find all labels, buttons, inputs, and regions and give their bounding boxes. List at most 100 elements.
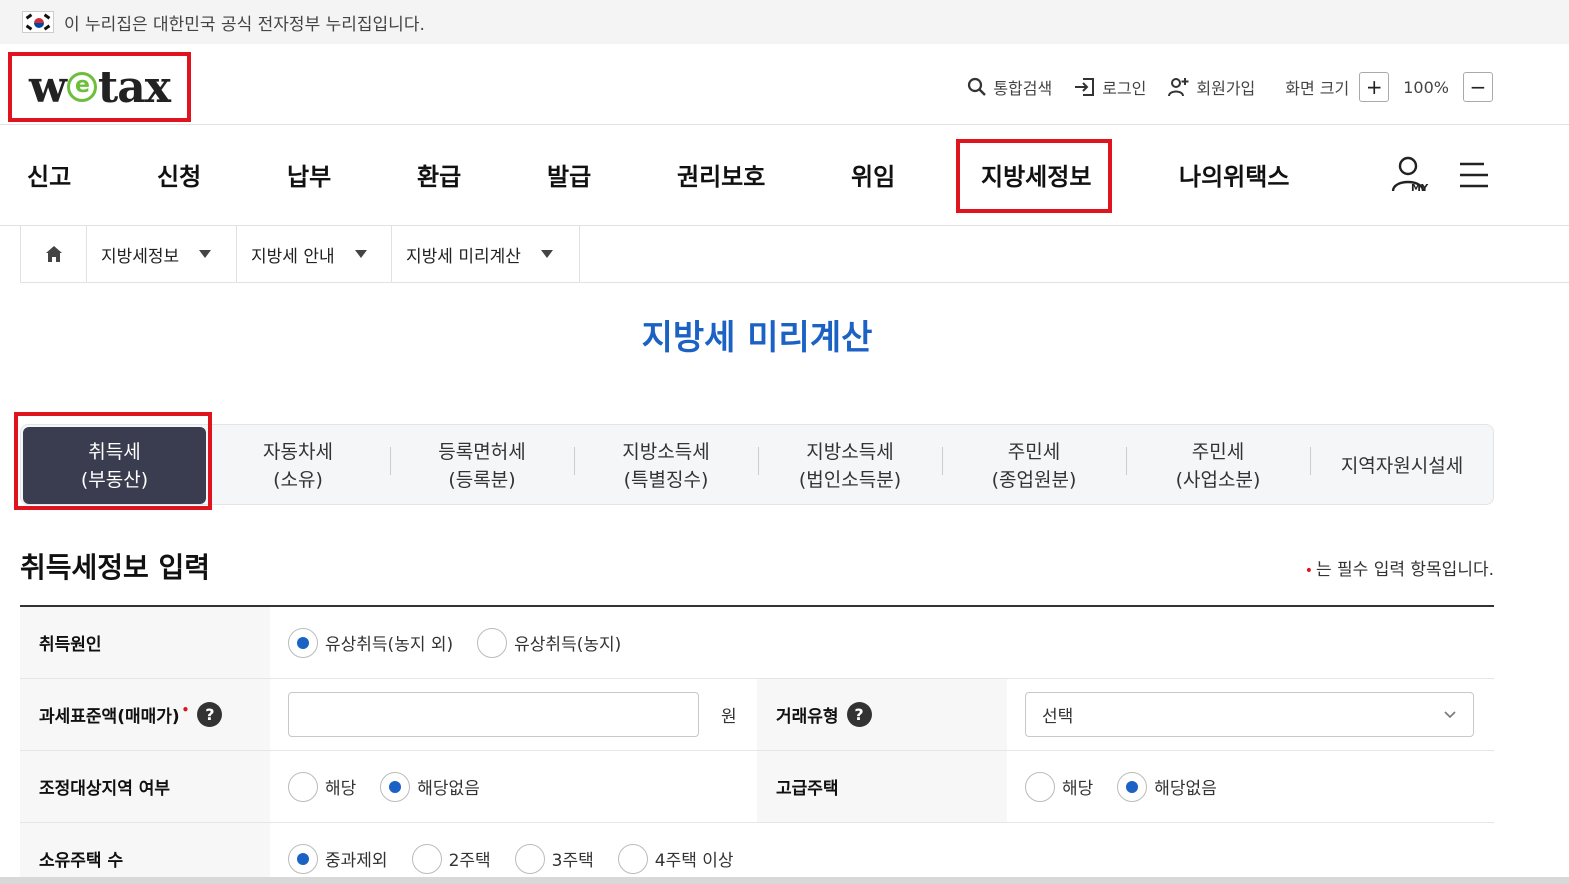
tab-vehicle-tax[interactable]: 자동차세 (소유) xyxy=(206,425,390,506)
required-mark: • xyxy=(181,703,190,717)
gov-banner-text: 이 누리집은 대한민국 공식 전자정부 누리집입니다. xyxy=(64,14,425,35)
svg-text:MY: MY xyxy=(1411,183,1429,194)
tab-sublabel: (법인소득분) xyxy=(798,468,902,491)
radio-circle xyxy=(288,843,318,874)
help-icon[interactable]: ? xyxy=(846,702,872,727)
houses-owned-label: 소유주택 수 xyxy=(20,823,270,884)
site-header: w e tax 통합검색 로그인 회원가입 화면 크기 + 100% − xyxy=(0,44,1569,125)
tax-base-label-cell: 과세표준액(매매가) • ? xyxy=(20,679,270,750)
tab-local-income-tax-corporate[interactable]: 지방소득세 (법인소득분) xyxy=(758,425,942,506)
tab-label: 주민세 xyxy=(1191,440,1245,463)
tax-base-label: 과세표준액(매매가) xyxy=(39,707,180,727)
chevron-down-icon xyxy=(354,250,367,258)
nav-item-issue[interactable]: 발급 xyxy=(547,157,591,192)
radio-houses-4plus[interactable]: 4주택 이상 xyxy=(617,843,734,874)
unified-search-link[interactable]: 통합검색 xyxy=(967,75,1052,99)
tab-label: 지방소득세 xyxy=(806,440,894,463)
zoom-in-button[interactable]: + xyxy=(1359,72,1390,102)
horizontal-scrollbar[interactable] xyxy=(0,877,1569,884)
radio-label: 3주택 xyxy=(551,851,594,871)
tab-label: 등록면허세 xyxy=(438,440,526,463)
tab-sublabel: (소유) xyxy=(273,468,323,491)
acquisition-tax-form: 취득원인 유상취득(농지 외) 유상취득(농지) 과세표준액(매매가) • ? … xyxy=(20,605,1494,884)
breadcrumb-local-tax-guide[interactable]: 지방세 안내 xyxy=(237,226,392,282)
nav-item-refund[interactable]: 환급 xyxy=(417,157,461,192)
form-row-acquisition-cause: 취득원인 유상취득(농지 외) 유상취득(농지) xyxy=(20,607,1494,679)
login-label: 로그인 xyxy=(1102,79,1147,98)
login-icon xyxy=(1075,78,1095,96)
deal-type-select-cell: 선택 xyxy=(1007,679,1494,750)
deal-type-label-cell: 거래유형 ? xyxy=(757,679,1007,750)
tab-sublabel: (사업소분) xyxy=(1175,468,1261,491)
form-row-tax-base: 과세표준액(매매가) • ? 원 거래유형 ? 선택 xyxy=(20,679,1494,751)
page-title: 지방세 미리계산 xyxy=(641,318,873,358)
breadcrumb-tax-precalc[interactable]: 지방세 미리계산 xyxy=(392,226,580,282)
radio-circle xyxy=(1025,771,1055,802)
wetax-logo[interactable]: w e tax xyxy=(8,52,191,122)
luxury-house-options: 해당 해당없음 xyxy=(1007,751,1494,822)
help-icon[interactable]: ? xyxy=(197,702,223,727)
radio-circle xyxy=(617,843,648,874)
radio-label: 4주택 이상 xyxy=(654,851,734,871)
breadcrumb-label: 지방세 미리계산 xyxy=(406,246,521,267)
signup-link[interactable]: 회원가입 xyxy=(1168,75,1255,99)
currency-unit: 원 xyxy=(721,707,737,727)
radio-paid-non-farmland[interactable]: 유상취득(농지 외) xyxy=(288,627,453,658)
required-note-text: 는 필수 입력 항목입니다. xyxy=(1315,560,1494,580)
breadcrumb: 지방세정보 지방세 안내 지방세 미리계산 xyxy=(20,226,1569,283)
radio-houses-exempt[interactable]: 중과제외 xyxy=(288,843,388,874)
radio-label: 해당 xyxy=(1062,779,1094,799)
radio-luxury-no[interactable]: 해당없음 xyxy=(1117,771,1217,802)
houses-owned-options: 중과제외 2주택 3주택 4주택 이상 xyxy=(270,823,1494,884)
radio-adjust-area-no[interactable]: 해당없음 xyxy=(380,771,480,802)
radio-houses-3[interactable]: 3주택 xyxy=(514,843,594,874)
radio-adjust-area-yes[interactable]: 해당 xyxy=(288,771,357,802)
tax-base-input-cell: 원 xyxy=(270,679,757,750)
form-row-houses-owned: 소유주택 수 중과제외 2주택 3주택 4주택 이상 xyxy=(20,823,1494,884)
tab-resident-tax-employee[interactable]: 주민세 (종업원분) xyxy=(942,425,1126,506)
nav-item-my-wetax[interactable]: 나의위택스 xyxy=(1179,157,1289,192)
tab-highlight-box xyxy=(14,412,212,510)
my-page-icon[interactable]: MY xyxy=(1390,155,1430,195)
logo-wordmark: w e tax xyxy=(29,61,171,113)
nav-item-apply[interactable]: 신청 xyxy=(157,157,201,192)
main-nav: 신고 신청 납부 환급 발급 권리보호 위임 지방세정보 나의위택스 MY xyxy=(0,125,1569,226)
acquisition-cause-label: 취득원인 xyxy=(20,607,270,678)
tab-resident-tax-business[interactable]: 주민세 (사업소분) xyxy=(1126,425,1310,506)
radio-label: 해당없음 xyxy=(417,779,480,799)
radio-houses-2[interactable]: 2주택 xyxy=(411,843,491,874)
tab-registration-license-tax[interactable]: 등록면허세 (등록분) xyxy=(390,425,574,506)
deal-type-select[interactable]: 선택 xyxy=(1025,692,1474,737)
tab-sublabel: (종업원분) xyxy=(991,468,1077,491)
radio-luxury-yes[interactable]: 해당 xyxy=(1025,771,1094,802)
breadcrumb-local-tax-info[interactable]: 지방세정보 xyxy=(87,226,237,282)
nav-item-pay[interactable]: 납부 xyxy=(287,157,331,192)
radio-circle xyxy=(288,771,318,802)
nav-item-rights[interactable]: 권리보호 xyxy=(677,157,765,192)
radio-label: 해당 xyxy=(325,779,357,799)
nav-item-delegate[interactable]: 위임 xyxy=(851,157,895,192)
section-title: 취득세정보 입력 xyxy=(20,551,211,584)
tab-label: 자동차세 xyxy=(263,440,333,463)
radio-circle xyxy=(514,843,545,874)
login-link[interactable]: 로그인 xyxy=(1074,75,1146,99)
radio-circle xyxy=(477,627,508,658)
radio-paid-farmland[interactable]: 유상취득(농지) xyxy=(477,627,621,658)
zoom-control: 화면 크기 + 100% − xyxy=(1285,72,1493,102)
tab-sublabel: (등록분) xyxy=(448,468,516,491)
required-dot: • xyxy=(1304,563,1313,579)
tab-label: 지역자원시설세 xyxy=(1340,454,1464,477)
hamburger-menu-icon[interactable] xyxy=(1458,161,1490,189)
nav-highlight-box xyxy=(956,139,1112,213)
radio-label: 2주택 xyxy=(448,851,491,871)
tax-base-input[interactable] xyxy=(288,692,699,737)
nav-item-report[interactable]: 신고 xyxy=(27,157,71,192)
tax-type-tabs: 취득세 (부동산) 자동차세 (소유) 등록면허세 (등록분) 지방소득세 (특별징수)… xyxy=(20,424,1494,505)
chevron-down-icon xyxy=(1444,710,1456,718)
breadcrumb-home[interactable] xyxy=(20,226,87,282)
tab-regional-resource-tax[interactable]: 지역자원시설세 xyxy=(1310,425,1494,506)
tab-local-income-tax-withholding[interactable]: 지방소득세 (특별징수) xyxy=(574,425,758,506)
korea-flag-icon xyxy=(22,11,54,33)
zoom-out-button[interactable]: − xyxy=(1463,72,1493,102)
chevron-down-icon xyxy=(199,250,212,258)
